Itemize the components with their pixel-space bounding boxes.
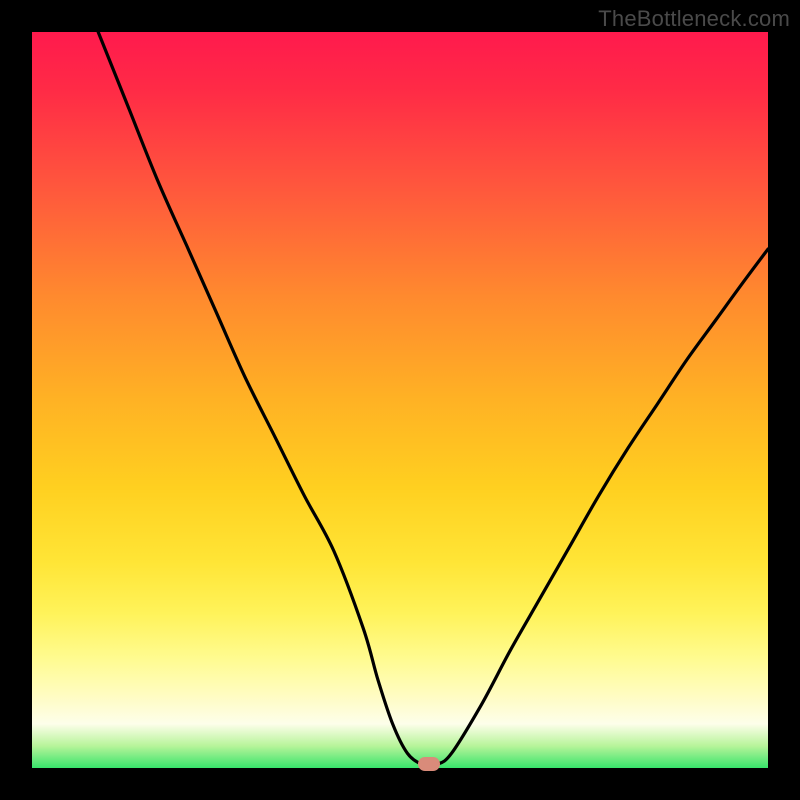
watermark-text: TheBottleneck.com [598,6,790,32]
chart-stage: TheBottleneck.com [0,0,800,800]
plot-area [32,32,768,768]
bottleneck-curve [32,32,768,768]
optimal-point-marker [418,757,440,771]
